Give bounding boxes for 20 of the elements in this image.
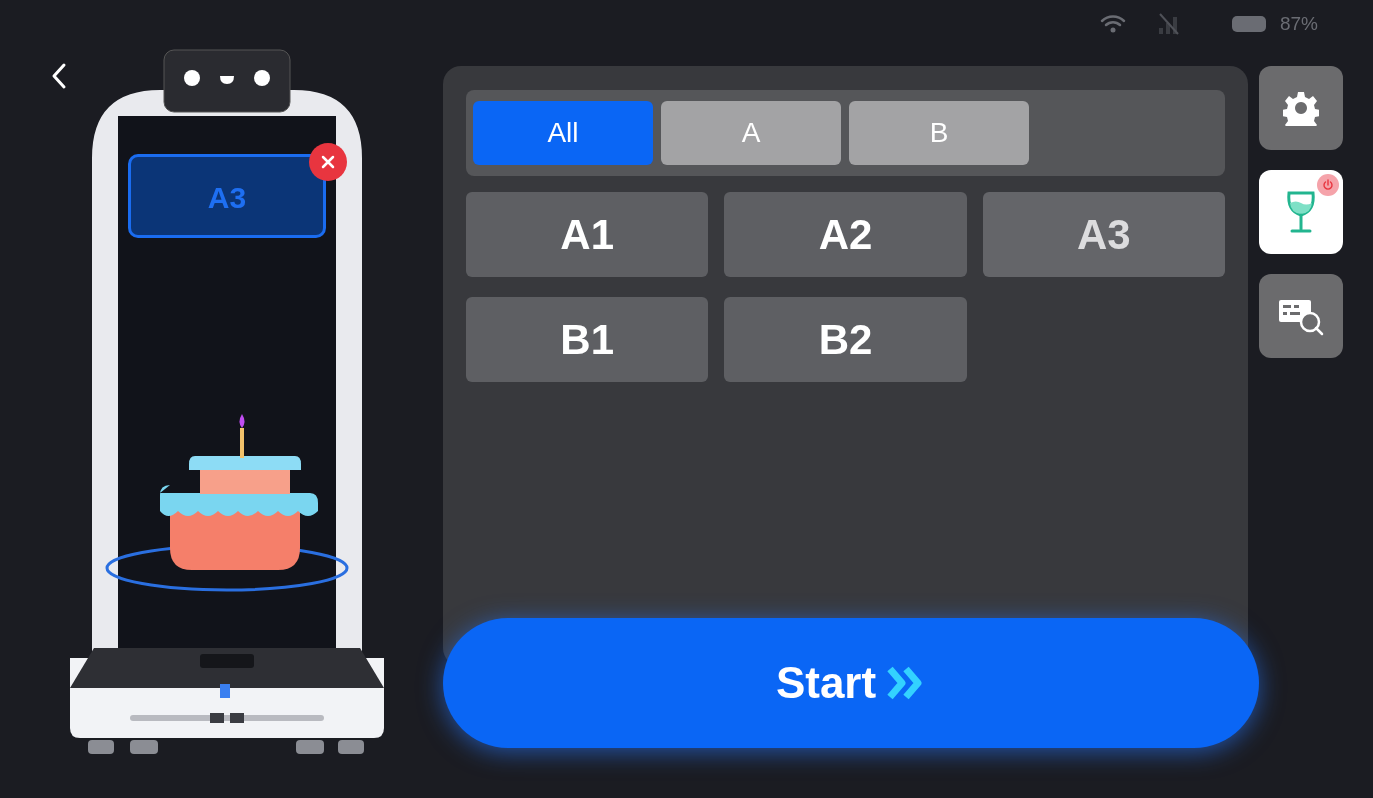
battery-icon [1231,16,1266,32]
speech-bubble: A3 [128,154,326,238]
table-button[interactable]: B1 [466,297,709,382]
power-icon [1317,174,1339,196]
start-button[interactable]: Start [443,618,1259,748]
settings-button[interactable] [1259,66,1343,150]
drink-button[interactable] [1259,170,1343,254]
battery-percentage: 87% [1279,11,1318,36]
back-icon [51,62,67,90]
table-button[interactable]: A3 [982,192,1225,277]
table-button[interactable]: A1 [466,192,709,277]
close-icon [321,155,335,169]
settings-icon [1283,90,1319,126]
table-search-button[interactable] [1259,274,1343,358]
table-button[interactable]: B2 [724,297,967,382]
wifi-icon [1099,14,1126,34]
filter-tab[interactable]: A [661,101,841,165]
table-button[interactable]: A2 [724,192,967,277]
filter-tab[interactable]: All [473,101,653,165]
filter-tab[interactable]: B [849,101,1029,165]
